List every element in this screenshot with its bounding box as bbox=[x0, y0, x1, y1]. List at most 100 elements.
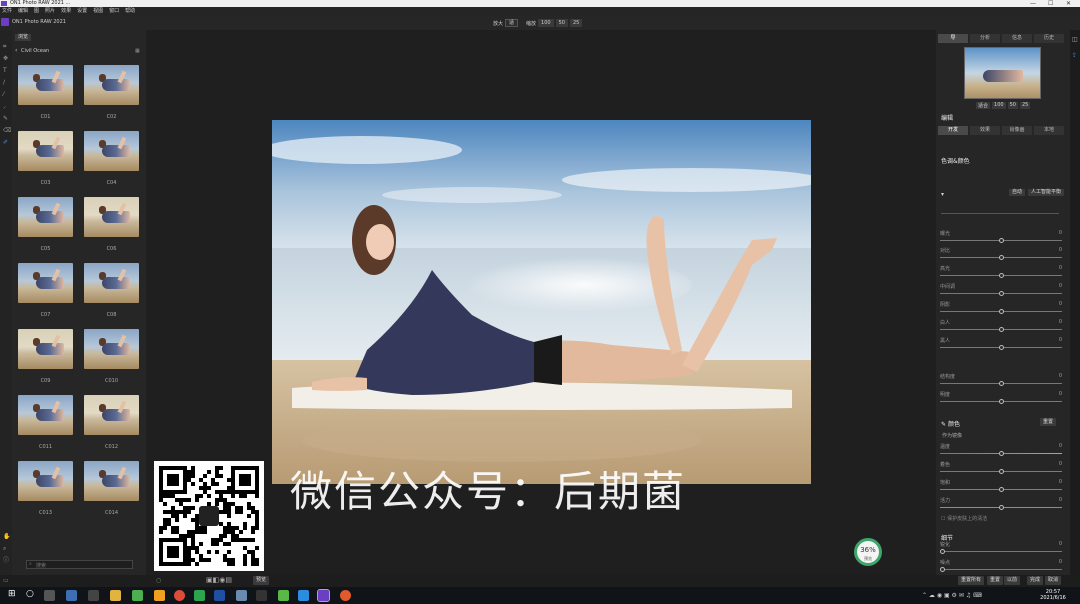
slider-row[interactable]: 阴影 0 bbox=[940, 301, 1062, 319]
color-section-title[interactable]: ✎ 颜色 bbox=[941, 419, 960, 428]
app-icon-9[interactable] bbox=[340, 590, 351, 601]
zoom-select[interactable]: 适 bbox=[505, 19, 519, 27]
system-tray-icons[interactable]: ⌃ ☁ ◉ ▣ ⚙ ✉ ♫ ⌨ bbox=[922, 592, 982, 599]
slider-value[interactable]: 0 bbox=[1059, 559, 1062, 565]
menu-photo[interactable]: 照片 bbox=[45, 7, 55, 16]
thumbnail[interactable] bbox=[84, 197, 139, 237]
menu-settings[interactable]: 设置 bbox=[77, 7, 87, 16]
healing-icon[interactable]: ✎ bbox=[3, 116, 9, 122]
slider-knob[interactable] bbox=[999, 255, 1004, 260]
skin-protect-checkbox[interactable]: ☐ 保护皮肤上的清洁 bbox=[941, 515, 987, 522]
menu-window[interactable]: 窗口 bbox=[109, 7, 119, 16]
slider-knob[interactable] bbox=[999, 451, 1004, 456]
slider-knob[interactable] bbox=[999, 273, 1004, 278]
slider-value[interactable]: 0 bbox=[1059, 247, 1062, 253]
navigator-preview[interactable] bbox=[964, 47, 1041, 99]
on1-taskbar-icon[interactable] bbox=[317, 589, 330, 602]
app-icon-7[interactable] bbox=[278, 590, 289, 601]
slider-row[interactable]: 明度 0 bbox=[940, 391, 1062, 409]
thumbnail[interactable] bbox=[18, 263, 73, 303]
app-icon-6[interactable] bbox=[256, 590, 267, 601]
slider-row[interactable]: 高光 0 bbox=[940, 265, 1062, 283]
slider-value[interactable]: 0 bbox=[1059, 479, 1062, 485]
panel-toggle-icon[interactable]: ▭ bbox=[3, 577, 9, 584]
task-view-icon[interactable] bbox=[44, 590, 55, 601]
circle-icon[interactable]: ○ bbox=[156, 577, 161, 584]
menu-help[interactable]: 帮助 bbox=[125, 7, 135, 16]
color-mode-select[interactable]: 作为镜像 bbox=[942, 432, 962, 439]
preview-button[interactable]: 预览 bbox=[253, 576, 270, 585]
slider-knob[interactable] bbox=[999, 238, 1004, 243]
eyedropper-icon[interactable]: ✎ bbox=[941, 421, 948, 428]
slider-track[interactable] bbox=[940, 569, 1062, 570]
menu-file[interactable]: 文件 bbox=[2, 7, 12, 16]
app-icon-8[interactable] bbox=[298, 590, 309, 601]
maximize-button[interactable]: ☐ bbox=[1048, 0, 1053, 7]
tab-history[interactable]: 历史 bbox=[1034, 34, 1064, 43]
slider-value[interactable]: 0 bbox=[1059, 337, 1062, 343]
ai-balance-button[interactable]: 人工智能平衡 bbox=[1028, 189, 1065, 196]
slider-value[interactable]: 0 bbox=[1059, 265, 1062, 271]
slider-value[interactable]: 0 bbox=[1059, 497, 1062, 503]
slider-row[interactable]: 对比 0 bbox=[940, 247, 1062, 265]
menu-view[interactable]: 视图 bbox=[93, 7, 103, 16]
color-reset-button[interactable]: 重置 bbox=[1040, 418, 1057, 426]
slider-value[interactable]: 0 bbox=[1059, 230, 1062, 236]
zoom-tool-icon[interactable]: ⌕ bbox=[3, 546, 9, 552]
retouch-icon[interactable]: ⁄ bbox=[3, 92, 9, 98]
clock[interactable]: 20:57 2021/6/16 bbox=[1030, 589, 1076, 601]
slider-knob[interactable] bbox=[999, 381, 1004, 386]
tab-local[interactable]: 本地 bbox=[1034, 126, 1064, 135]
slider-value[interactable]: 0 bbox=[1059, 301, 1062, 307]
close-button[interactable]: ✕ bbox=[1066, 0, 1071, 7]
search-box[interactable]: ⌕ 搜索 bbox=[26, 560, 133, 569]
crop-icon[interactable]: ⌗ bbox=[3, 44, 9, 50]
thumbnail[interactable] bbox=[18, 395, 73, 435]
photoshop-icon[interactable] bbox=[214, 590, 225, 601]
slider-value[interactable]: 0 bbox=[1059, 391, 1062, 397]
slider-value[interactable]: 0 bbox=[1059, 283, 1062, 289]
layers-icon[interactable]: ◫ bbox=[1072, 36, 1078, 43]
slider-knob[interactable] bbox=[999, 327, 1004, 332]
app-icon-5[interactable] bbox=[236, 590, 247, 601]
brush-icon[interactable]: ∕ bbox=[3, 80, 9, 86]
slider-value[interactable]: 0 bbox=[1059, 541, 1062, 547]
slider-row[interactable]: 温度 0 bbox=[940, 443, 1062, 461]
chrome-icon[interactable] bbox=[174, 590, 185, 601]
thumbnail[interactable] bbox=[84, 329, 139, 369]
app-icon-2[interactable] bbox=[88, 590, 99, 601]
nav-100-button[interactable]: 100 bbox=[992, 102, 1006, 109]
slider-row[interactable]: 着色 0 bbox=[940, 461, 1062, 479]
slider-knob[interactable] bbox=[999, 469, 1004, 474]
section-toggle-icon[interactable]: ▾ bbox=[941, 191, 944, 198]
tab-histogram[interactable]: 分析 bbox=[970, 34, 1000, 43]
thumbnail[interactable] bbox=[84, 131, 139, 171]
thumbnail[interactable] bbox=[84, 263, 139, 303]
slider-row[interactable]: 活力 0 bbox=[940, 497, 1062, 515]
slider-knob[interactable] bbox=[999, 505, 1004, 510]
local-adjust-icon[interactable]: ✐ bbox=[3, 140, 9, 146]
eraser-icon[interactable]: ⌫ bbox=[3, 128, 11, 134]
reset-button[interactable]: 重置 bbox=[987, 576, 1004, 585]
thumbnail[interactable] bbox=[84, 461, 139, 501]
wechat-icon[interactable] bbox=[132, 590, 143, 601]
slider-knob[interactable] bbox=[940, 549, 945, 554]
tab-info[interactable]: 信息 bbox=[1002, 34, 1032, 43]
slider-row[interactable]: 中间调 0 bbox=[940, 283, 1062, 301]
app-icon-4[interactable] bbox=[194, 590, 205, 601]
slider-row[interactable]: 结构度 0 bbox=[940, 373, 1062, 391]
move-icon[interactable]: ✥ bbox=[3, 56, 9, 62]
thumbnail[interactable] bbox=[18, 65, 73, 105]
scale-25-button[interactable]: 25 bbox=[569, 19, 583, 27]
minimize-button[interactable]: — bbox=[1030, 0, 1036, 7]
tab-navigator[interactable]: 导 bbox=[938, 34, 968, 43]
tab-effects[interactable]: 效果 bbox=[970, 126, 1000, 135]
compare-icon[interactable]: ▣◧◉▤ bbox=[206, 576, 232, 584]
slider-knob[interactable] bbox=[999, 399, 1004, 404]
slider-row[interactable]: 锐化 0 bbox=[940, 541, 1062, 559]
app-icon-3[interactable] bbox=[154, 590, 165, 601]
slider-row[interactable]: 曝光 0 bbox=[940, 230, 1062, 248]
thumbnail[interactable] bbox=[18, 197, 73, 237]
section-title-tone[interactable]: 色调&颜色 bbox=[941, 156, 970, 165]
slider-knob[interactable] bbox=[999, 291, 1004, 296]
